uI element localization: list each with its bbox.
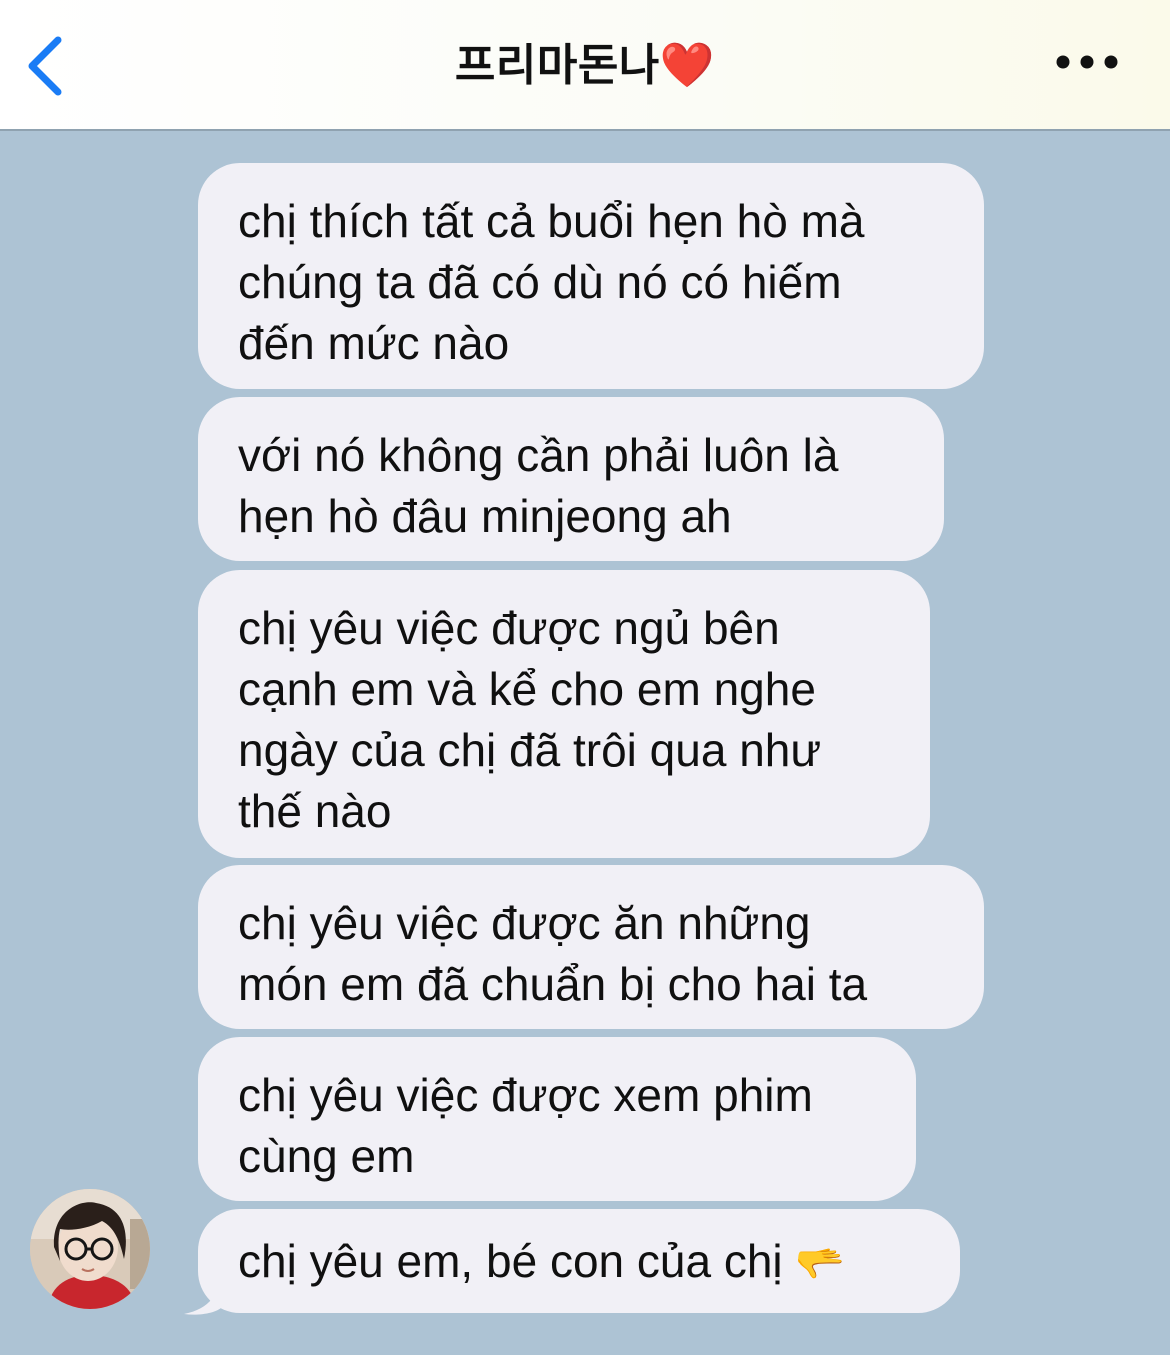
message-text: chị yêu em, bé con của chị — [238, 1235, 783, 1287]
message-bubble[interactable]: chị yêu việc được ngủ bên cạnh em và kể … — [198, 570, 930, 858]
message-bubble[interactable]: chị yêu việc được ăn những món em đã chu… — [198, 865, 984, 1029]
message-bubble[interactable]: chị yêu việc được xem phim cùng em — [198, 1037, 916, 1201]
message-text: chị yêu việc được xem phim cùng em — [238, 1069, 813, 1182]
message-emoji: 🫳 — [795, 1242, 846, 1286]
ellipsis-icon — [1056, 55, 1118, 69]
avatar-image — [30, 1189, 150, 1309]
message-text: chị yêu việc được ngủ bên cạnh em và kể … — [238, 602, 822, 837]
message-text: chị thích tất cả buổi hẹn hò mà chúng ta… — [238, 195, 865, 369]
heart-icon: ❤️ — [659, 41, 716, 90]
chat-title-text: 프리마돈나 — [454, 41, 660, 90]
message-bubble[interactable]: chị yêu em, bé con của chị 🫳 — [198, 1209, 960, 1313]
avatar[interactable] — [30, 1189, 150, 1309]
chat-title[interactable]: 프리마돈나❤️ — [0, 36, 1170, 96]
chat-area[interactable]: chị thích tất cả buổi hẹn hò mà chúng ta… — [0, 131, 1170, 1355]
chat-header: 프리마돈나❤️ — [0, 0, 1170, 131]
message-bubble[interactable]: chị thích tất cả buổi hẹn hò mà chúng ta… — [198, 163, 984, 389]
message-text: với nó không cần phải luôn là hẹn hò đâu… — [238, 429, 839, 542]
message-text: chị yêu việc được ăn những món em đã chu… — [238, 897, 868, 1010]
message-bubble[interactable]: với nó không cần phải luôn là hẹn hò đâu… — [198, 397, 944, 561]
more-options-button[interactable] — [1052, 50, 1122, 74]
